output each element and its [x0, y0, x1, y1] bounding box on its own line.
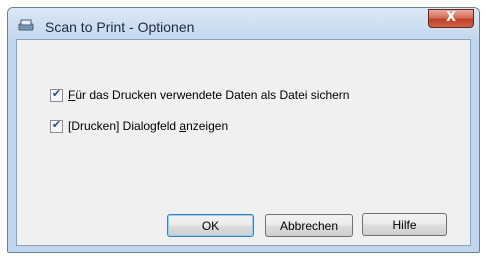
option-show-dialog-row[interactable]: ✔ [Drucken] Dialogfeld anzeigen — [50, 117, 228, 133]
title-bar[interactable]: Scan to Print - Optionen X — [8, 8, 479, 39]
checkmark-icon: ✔ — [51, 86, 62, 100]
ok-button[interactable]: OK — [167, 214, 254, 237]
dialog-content: ✔ Für das Drucken verwendete Daten als D… — [16, 39, 471, 246]
scanner-icon — [18, 18, 34, 32]
show-print-dialog-label[interactable]: [Drucken] Dialogfeld anzeigen — [68, 119, 228, 133]
save-data-checkbox[interactable]: ✔ — [50, 86, 63, 102]
dialog-window: Scan to Print - Optionen X ✔ Für das Dru… — [7, 7, 480, 253]
close-button[interactable]: X — [428, 9, 474, 28]
save-data-label[interactable]: Für das Drucken verwendete Daten als Dat… — [68, 88, 349, 102]
close-icon: X — [445, 10, 457, 25]
show-print-dialog-checkbox[interactable]: ✔ — [50, 117, 63, 133]
cancel-button[interactable]: Abbrechen — [265, 214, 353, 237]
option-save-data-row[interactable]: ✔ Für das Drucken verwendete Daten als D… — [50, 86, 349, 102]
window-title: Scan to Print - Optionen — [45, 19, 195, 35]
checkmark-icon: ✔ — [51, 117, 62, 131]
help-button[interactable]: Hilfe — [362, 213, 447, 236]
